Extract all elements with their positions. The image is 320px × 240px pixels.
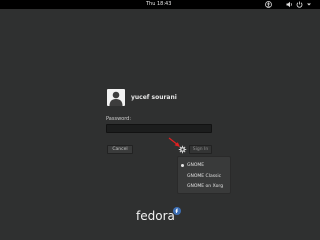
power-icon[interactable] (296, 1, 303, 8)
clock[interactable]: Thu 18:43 (146, 1, 171, 8)
selected-bullet-icon (181, 164, 184, 167)
red-arrow-annotation (168, 137, 182, 149)
session-item-label: GNOME (187, 163, 205, 168)
sign-in-button[interactable]: Sign In (189, 145, 212, 154)
session-item-gnome-classic[interactable]: GNOME Classic (178, 172, 230, 181)
password-field[interactable] (106, 124, 212, 133)
session-item-gnome-xorg[interactable]: GNOME on Xorg (178, 182, 230, 191)
avatar (107, 89, 125, 106)
session-menu: GNOME GNOME Classic GNOME on Xorg (177, 156, 231, 194)
accessibility-icon[interactable] (265, 1, 272, 8)
session-item-label: GNOME Classic (187, 174, 222, 179)
chevron-down-icon[interactable] (306, 1, 312, 8)
cancel-button[interactable]: Cancel (107, 145, 133, 154)
brand-name: fedora (136, 209, 175, 223)
fedora-infinity-icon (173, 207, 181, 215)
password-label: Password: (106, 116, 132, 122)
username: yucef sourani (131, 94, 177, 101)
session-item-gnome[interactable]: GNOME (178, 161, 230, 170)
top-bar: Thu 18:43 (0, 0, 320, 9)
volume-icon[interactable] (286, 1, 293, 8)
session-item-label: GNOME on Xorg (187, 184, 224, 189)
